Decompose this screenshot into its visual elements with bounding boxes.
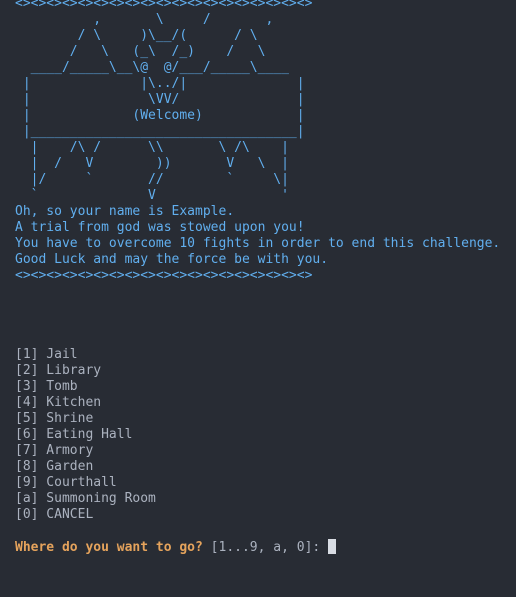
welcome-message-luck: Good Luck and may the force be with you. [15,252,329,267]
menu-option-armory: [7] Armory [15,443,94,458]
menu-option-library: [2] Library [15,363,102,378]
welcome-message-name: Oh, so your name is Example. [15,204,235,219]
menu-option-kitchen: [4] Kitchen [15,395,102,410]
menu-option-summoning-room: [a] Summoning Room [15,491,156,506]
menu-option-eating-hall: [6] Eating Hall [15,427,133,442]
ascii-art-line: | \VV/ | [15,92,305,107]
menu-option-courthall: [9] Courthall [15,475,117,490]
prompt-choices: [1...9, a, 0]: [202,540,329,555]
welcome-message-fights: You have to overcome 10 fights in order … [15,236,501,251]
ascii-art-line: | /\ / \\ \ /\ | [15,140,289,155]
terminal-window[interactable]: <><><><><><><><><><><><><><><><><><><> ,… [0,0,516,597]
menu-option-garden: [8] Garden [15,459,94,474]
prompt-question: Where do you want to go? [15,540,203,555]
ascii-art-line: | / V )) V \ | [15,156,289,171]
ascii-art-line: / \ )\__/( / \ [15,28,258,43]
ascii-art-line: , \ / , [15,12,274,27]
ascii-art-line: ` V ' [15,188,289,203]
banner-divider-bottom: <><><><><><><><><><><><><><><><><><><> [15,268,313,283]
menu-option-shrine: [5] Shrine [15,411,94,426]
menu-option-tomb: [3] Tomb [15,379,78,394]
ascii-art-line: |/ ` // ` \| [15,172,289,187]
menu-option-jail: [1] Jail [15,347,78,362]
banner-divider-top: <><><><><><><><><><><><><><><><><><><> [15,0,313,11]
ascii-art-line: | |\../| | [15,76,305,91]
ascii-art-welcome: | (Welcome) | [15,108,305,123]
ascii-art-line: |__________________________________| [15,124,305,139]
menu-option-cancel: [0] CANCEL [15,507,94,522]
welcome-message-trial: A trial from god was stowed upon you! [15,220,305,235]
ascii-art-line: / \ (_\ /_) / \ [15,44,266,59]
text-cursor[interactable] [328,539,337,554]
ascii-art-line: ____/_____\__\@ @/___/_____\____ [15,60,289,75]
input-prompt-line[interactable]: Where do you want to go? [1...9, a, 0]: [15,539,337,555]
